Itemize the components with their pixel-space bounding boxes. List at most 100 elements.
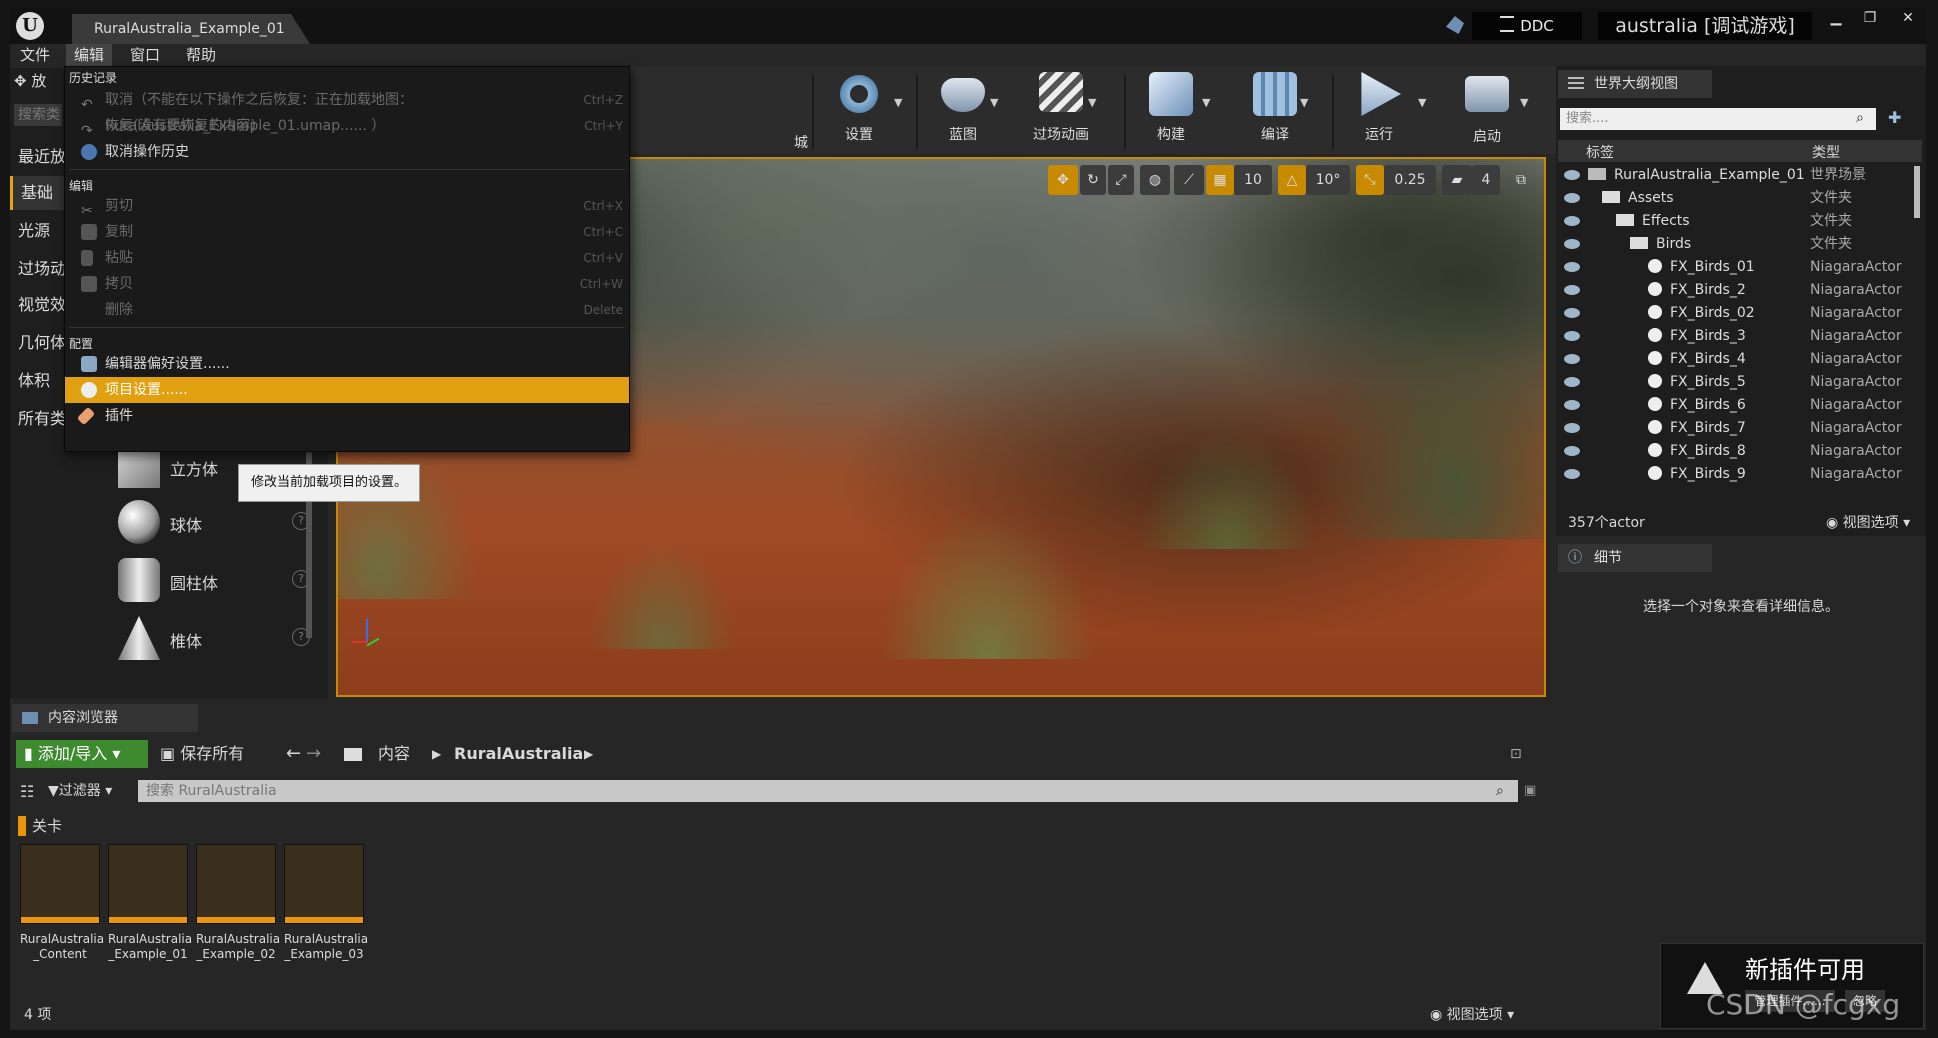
surface-snap-icon[interactable]: ⟋ — [1174, 165, 1204, 195]
grid-size-value[interactable]: 10 — [1234, 165, 1272, 195]
marketplace-label-fragment[interactable]: 城 — [794, 132, 808, 152]
project-settings-item[interactable]: 项目设置...... — [65, 377, 629, 403]
restore-icon[interactable]: ❐ — [1852, 8, 1888, 28]
grid-snap-icon[interactable]: ▦ — [1206, 165, 1234, 195]
asset-tile[interactable]: RuralAustralia _Example_01 — [108, 844, 192, 962]
minimize-icon[interactable]: ▁ — [1818, 8, 1854, 28]
rotate-tool-button[interactable]: ↻ — [1080, 165, 1106, 195]
outliner-row[interactable]: FX_Birds_4 NiagaraActor — [1558, 348, 1922, 370]
visibility-eye-icon[interactable] — [1564, 331, 1580, 341]
outliner-row[interactable]: FX_Birds_3 NiagaraActor — [1558, 325, 1922, 347]
blueprints-button[interactable]: 蓝图 — [918, 72, 1008, 152]
cinematics-button[interactable]: 过场动画 — [1016, 72, 1106, 152]
place-item-cone[interactable]: 椎体 ? — [118, 612, 314, 666]
visibility-eye-icon[interactable] — [1564, 354, 1580, 364]
launch-button[interactable]: 启动 — [1442, 72, 1532, 152]
build-button[interactable]: 构建 — [1126, 72, 1216, 152]
chevron-down-icon[interactable]: ▼ — [894, 96, 902, 109]
add-filter-icon[interactable]: ✚ — [1888, 108, 1901, 127]
place-tab[interactable]: ✥ 放 — [14, 70, 56, 92]
translate-tool-button[interactable]: ✥ — [1048, 165, 1078, 195]
outliner-row[interactable]: FX_Birds_6 NiagaraActor — [1558, 394, 1922, 416]
content-browser-tab[interactable]: 内容浏览器 — [12, 704, 198, 732]
outliner-row[interactable]: FX_Birds_7 NiagaraActor — [1558, 417, 1922, 439]
asset-tile[interactable]: RuralAustralia _Example_03 — [284, 844, 368, 962]
asset-search-input[interactable]: 搜索 RuralAustralia — [138, 780, 1518, 802]
visibility-eye-icon[interactable] — [1564, 446, 1580, 456]
outliner-row[interactable]: Effects 文件夹 — [1558, 210, 1922, 232]
outliner-row[interactable]: FX_Birds_02 NiagaraActor — [1558, 302, 1922, 324]
save-search-icon[interactable]: ▣ — [1524, 780, 1536, 802]
outliner-row[interactable]: FX_Birds_9 NiagaraActor — [1558, 463, 1922, 485]
level-tab[interactable]: RuralAustralia_Example_01 — [72, 14, 310, 44]
add-import-button[interactable]: ▮ 添加/导入 ▾ — [16, 740, 148, 768]
world-outliner-tab[interactable]: 世界大纲视图 — [1558, 70, 1712, 98]
outliner-row[interactable]: FX_Birds_5 NiagaraActor — [1558, 371, 1922, 393]
place-item-sphere[interactable]: 球体 ? — [118, 496, 314, 550]
visibility-eye-icon[interactable] — [1564, 239, 1580, 249]
maximize-viewport-icon[interactable]: ⧉ — [1508, 165, 1534, 195]
breadcrumb-content[interactable]: 内容 — [378, 740, 410, 768]
scale-snap-icon[interactable]: ⤡ — [1356, 165, 1384, 195]
lock-icon[interactable]: ⊡ — [1510, 740, 1522, 768]
menu-edit[interactable]: 编辑 — [66, 44, 113, 66]
outliner-scrollbar[interactable] — [1914, 166, 1920, 218]
clear-history-item[interactable]: 取消操作历史 — [65, 139, 629, 165]
camera-speed-value[interactable]: 4 — [1472, 165, 1500, 195]
column-label[interactable]: 标签 — [1586, 142, 1614, 162]
duplicate-item[interactable]: 拷贝 Ctrl+W — [65, 271, 629, 297]
copy-item[interactable]: 复制 Ctrl+C — [65, 219, 629, 245]
outliner-view-options[interactable]: ◉ 视图选项 ▾ — [1826, 512, 1910, 532]
chevron-down-icon[interactable]: ▼ — [1088, 96, 1096, 109]
visibility-eye-icon[interactable] — [1564, 469, 1580, 479]
scale-snap-value[interactable]: 0.25 — [1384, 165, 1436, 195]
rotation-snap-value[interactable]: 10° — [1306, 165, 1350, 195]
rotation-snap-icon[interactable]: △ — [1278, 165, 1306, 195]
visibility-eye-icon[interactable] — [1564, 308, 1580, 318]
paste-item[interactable]: 粘贴 Ctrl+V — [65, 245, 629, 271]
chevron-down-icon[interactable]: ▼ — [1418, 96, 1426, 109]
play-button[interactable]: 运行 — [1334, 72, 1424, 152]
visibility-eye-icon[interactable] — [1564, 400, 1580, 410]
chevron-down-icon[interactable]: ▼ — [1520, 96, 1528, 109]
filters-button[interactable]: ▼过滤器 ▾ — [48, 780, 112, 802]
ddc-button[interactable]: DDC — [1472, 12, 1582, 40]
cut-item[interactable]: ✂ 剪切 Ctrl+X — [65, 193, 629, 219]
outliner-row[interactable]: FX_Birds_8 NiagaraActor — [1558, 440, 1922, 462]
visibility-eye-icon[interactable] — [1564, 423, 1580, 433]
redo-item[interactable]: ↷ 恢复(没有要恢复的内容) Ctrl+Y — [65, 113, 629, 139]
save-all-button[interactable]: ▣ 保存所有 — [160, 740, 244, 768]
search-icon[interactable]: ⌕ — [1496, 780, 1504, 802]
forward-arrow-icon[interactable]: → — [306, 740, 321, 768]
source-control-icon[interactable] — [1446, 16, 1464, 34]
breadcrumb-rural-australia[interactable]: RuralAustralia — [454, 740, 583, 768]
world-space-icon[interactable]: ◍ — [1140, 165, 1170, 195]
sources-toggle-icon[interactable]: ☷ — [20, 782, 34, 801]
visibility-eye-icon[interactable] — [1564, 216, 1580, 226]
outliner-row[interactable]: Birds 文件夹 — [1558, 233, 1922, 255]
asset-tile[interactable]: RuralAustralia _Content — [20, 844, 104, 962]
compile-button[interactable]: 编译 — [1230, 72, 1320, 152]
undo-item[interactable]: ↶ 取消（不能在以下操作之后恢复：正在加载地图：RuralAustralia_E… — [65, 87, 629, 134]
outliner-row[interactable]: RuralAustralia_Example_01 世界场景 — [1558, 164, 1922, 186]
scale-tool-button[interactable]: ⤢ — [1108, 165, 1134, 195]
visibility-eye-icon[interactable] — [1564, 377, 1580, 387]
content-view-options[interactable]: ◉ 视图选项 ▾ — [1430, 1004, 1514, 1024]
outliner-row[interactable]: FX_Birds_01 NiagaraActor — [1558, 256, 1922, 278]
plugins-item[interactable]: 插件 — [65, 403, 629, 429]
menu-window[interactable]: 窗口 — [122, 44, 168, 66]
chevron-down-icon[interactable]: ▼ — [990, 96, 998, 109]
visibility-eye-icon[interactable] — [1564, 193, 1580, 203]
delete-item[interactable]: 删除 Delete — [65, 297, 629, 323]
place-item-cylinder[interactable]: 圆柱体 ? — [118, 554, 314, 608]
settings-button[interactable]: 设置 — [814, 72, 904, 152]
outliner-row[interactable]: FX_Birds_2 NiagaraActor — [1558, 279, 1922, 301]
outliner-search-input[interactable]: 搜索.... — [1560, 108, 1876, 130]
place-list-scrollbar[interactable] — [306, 428, 312, 638]
asset-tile[interactable]: RuralAustralia _Example_02 — [196, 844, 280, 962]
visibility-eye-icon[interactable] — [1564, 170, 1580, 180]
back-arrow-icon[interactable]: ← — [286, 740, 301, 768]
details-tab[interactable]: ⓘ 细节 — [1558, 544, 1712, 572]
close-icon[interactable]: ✕ — [1890, 8, 1926, 28]
place-search-input[interactable]: 搜索类 — [14, 104, 62, 126]
